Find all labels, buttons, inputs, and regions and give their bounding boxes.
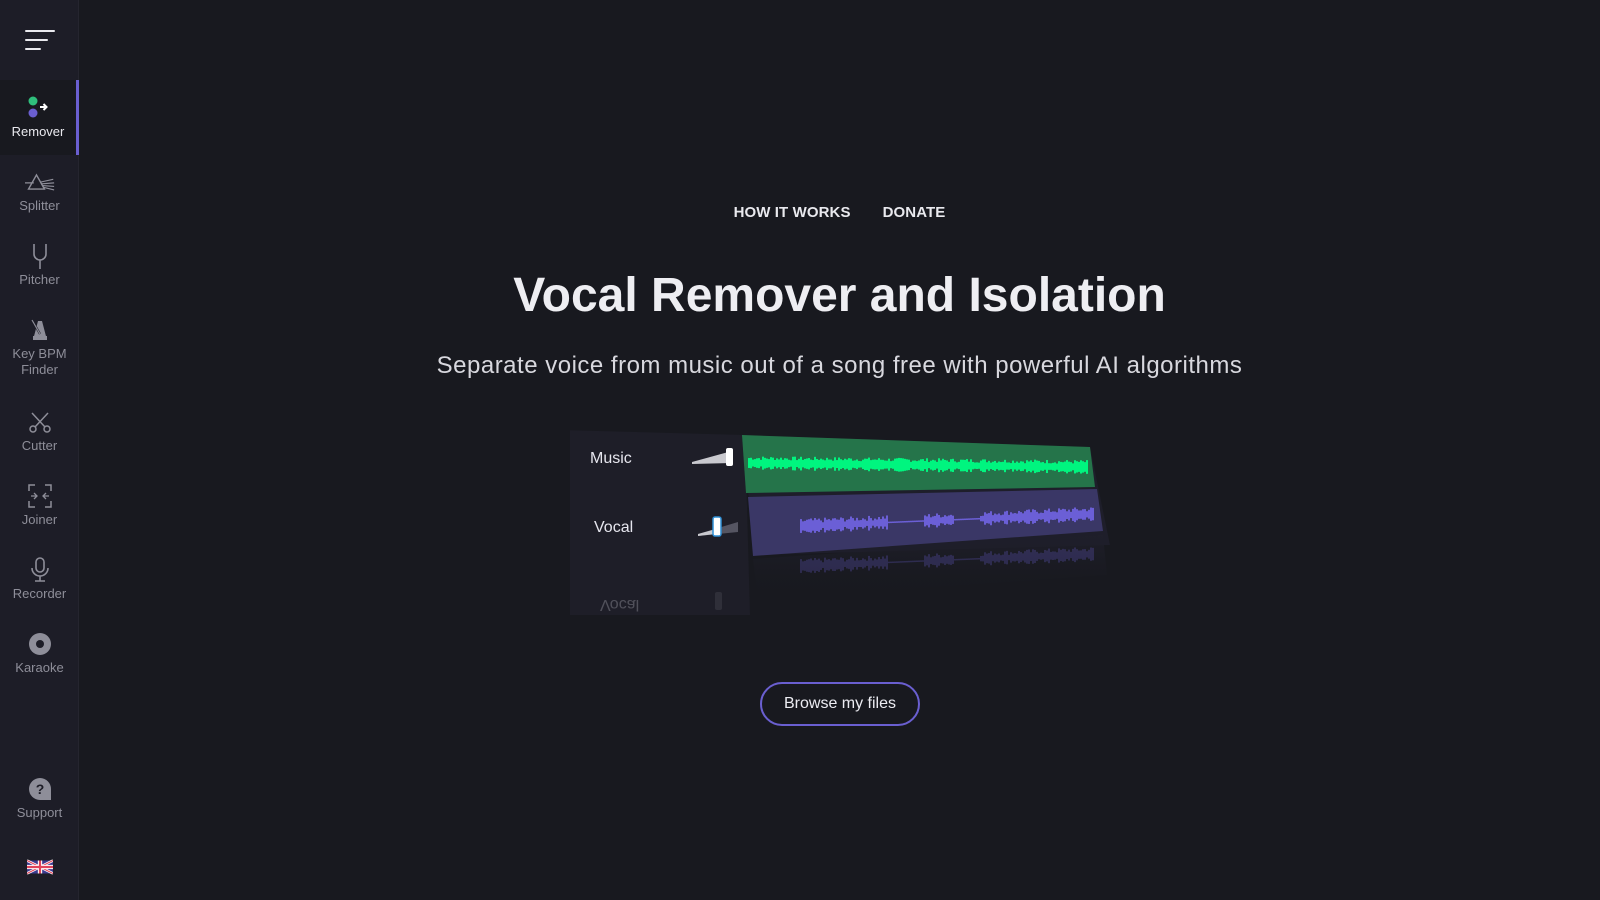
sidebar-item-joiner[interactable]: Joiner (0, 482, 79, 542)
hamburger-line (24, 48, 41, 50)
reflection-label: Vocal (600, 596, 639, 613)
metronome-icon (25, 316, 55, 344)
sidebar-item-cutter[interactable]: Cutter (0, 408, 79, 468)
microphone-icon (25, 556, 55, 584)
vocal-track-label: Vocal (594, 519, 633, 536)
sidebar-item-label: Key BPM Finder (12, 346, 67, 377)
sidebar-item-label: Joiner (21, 512, 58, 527)
joiner-arrows-icon (25, 482, 55, 510)
sidebar-item-key-bpm-finder[interactable]: Key BPM Finder (0, 316, 79, 380)
prism-icon (24, 168, 55, 196)
browse-files-button[interactable]: Browse my files (760, 682, 920, 726)
uk-flag-icon (25, 856, 55, 878)
hamburger-menu-button[interactable] (0, 0, 79, 80)
music-track-label: Music (590, 450, 632, 467)
sidebar-item-support[interactable]: ? Support (0, 775, 79, 835)
scissors-icon (25, 408, 55, 436)
page-subtitle: Separate voice from music out of a song … (436, 352, 1243, 379)
reflection-handle (715, 592, 722, 610)
page-title: Vocal Remover and Isolation (513, 269, 1166, 322)
sidebar-item-remover[interactable]: Remover (0, 80, 79, 155)
sidebar-item-label: Cutter (21, 438, 58, 453)
sidebar-item-recorder[interactable]: Recorder (0, 556, 79, 616)
sidebar-item-label: Support (16, 805, 63, 820)
tuning-fork-icon (25, 242, 55, 270)
language-selector[interactable] (0, 856, 79, 880)
svg-text:?: ? (35, 781, 44, 797)
vocal-volume-handle (712, 516, 722, 537)
hamburger-line (24, 39, 48, 41)
remover-dots-icon (23, 94, 53, 122)
sidebar-item-label: Recorder (12, 586, 67, 601)
sidebar-item-label: Karaoke (15, 660, 64, 675)
mixer-illustration: Music Vocal Vocal (560, 425, 1110, 615)
sidebar-item-karaoke[interactable]: Karaoke (0, 630, 79, 690)
disc-icon (25, 630, 55, 658)
sidebar: Remover Splitter Pitcher Key BPM Finder … (0, 0, 79, 900)
sidebar-item-pitcher[interactable]: Pitcher (0, 242, 79, 302)
music-volume-handle (726, 448, 733, 466)
help-bubble-icon: ? (25, 775, 55, 803)
how-it-works-link[interactable]: HOW IT WORKS (734, 204, 851, 221)
sidebar-item-label: Pitcher (19, 272, 60, 287)
hamburger-menu-icon (24, 30, 55, 32)
sidebar-item-label: Remover (11, 124, 65, 139)
top-nav: HOW IT WORKS DONATE (0, 204, 1600, 221)
donate-link[interactable]: DONATE (883, 204, 946, 221)
